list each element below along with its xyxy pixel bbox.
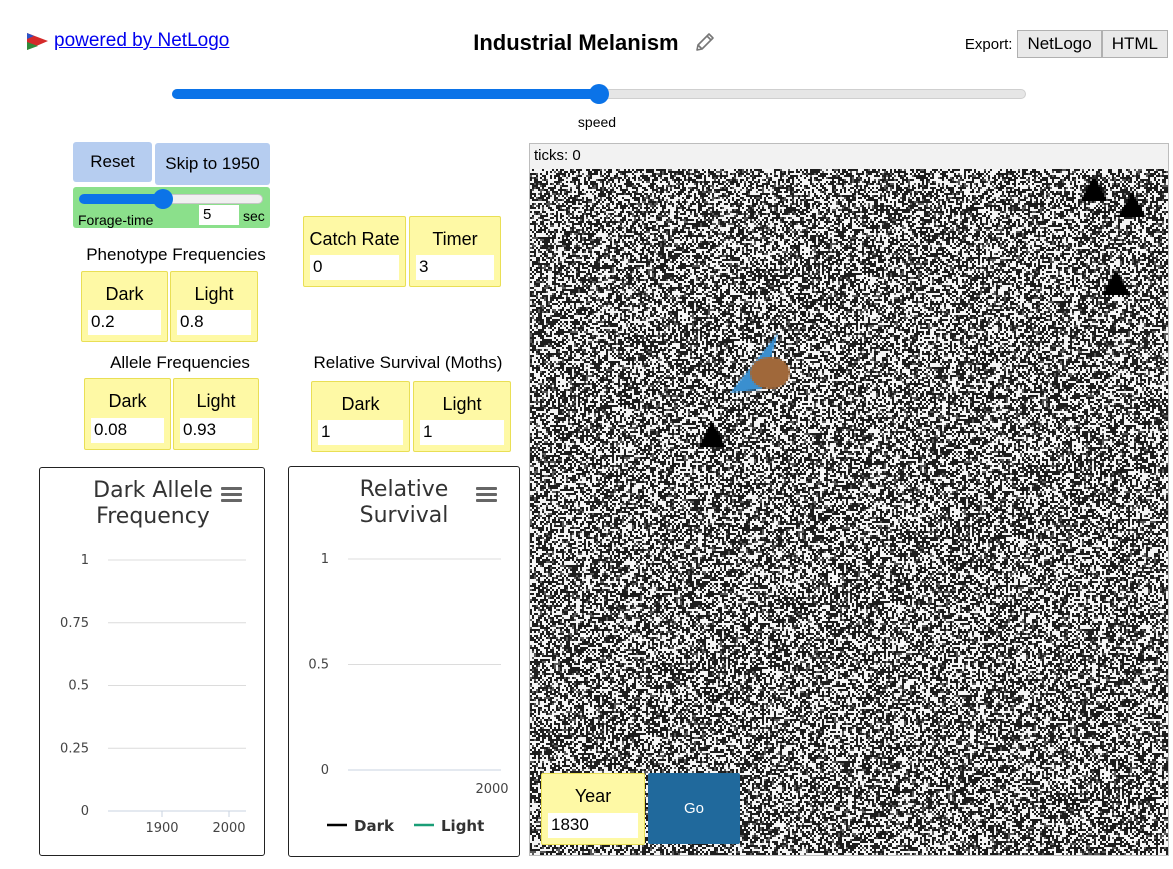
monitor-value: 1 bbox=[420, 420, 504, 445]
powered-by-netlogo-link[interactable]: powered by NetLogo bbox=[26, 30, 229, 52]
monitor-label: Dark bbox=[108, 391, 147, 411]
monitor-value: 3 bbox=[416, 255, 494, 280]
netlogo-logo-icon bbox=[27, 33, 48, 50]
speed-slider-fill bbox=[172, 89, 600, 99]
monitor-value: 0.2 bbox=[88, 310, 161, 335]
monitor-label: Year bbox=[574, 786, 612, 806]
survival-light-monitor: Light 1 bbox=[413, 381, 511, 452]
plot-area: 0 0.5 1 2000 Dark Light bbox=[308, 552, 508, 835]
skip-to-1950-button[interactable]: Skip to 1950 bbox=[155, 143, 270, 185]
export-label: Export: bbox=[964, 35, 1013, 53]
y-tick-label: 0 bbox=[81, 804, 89, 819]
monitor-label: Light bbox=[196, 391, 236, 411]
monitor-value: 1 bbox=[318, 420, 403, 445]
monitor-label: Catch Rate bbox=[309, 229, 400, 249]
page-title: Industrial Melanism bbox=[420, 30, 770, 56]
export-html-button[interactable]: HTML bbox=[1101, 30, 1168, 58]
monitor-value: 0.08 bbox=[91, 418, 164, 443]
forage-time-unit: sec bbox=[243, 208, 265, 224]
legend-label: Dark bbox=[354, 817, 395, 835]
y-tick-label: 0.25 bbox=[60, 741, 89, 756]
y-tick-label: 0.5 bbox=[68, 679, 89, 694]
ticks-counter: ticks: 0 bbox=[534, 147, 581, 164]
y-tick-label: 0.75 bbox=[60, 616, 89, 631]
relative-survival-title: Relative Survival (Moths) bbox=[313, 353, 503, 372]
go-button[interactable]: Go bbox=[648, 773, 740, 844]
allele-light-monitor: Light 0.93 bbox=[173, 378, 259, 450]
speed-slider-thumb[interactable] bbox=[589, 84, 609, 104]
monitor-value: 0 bbox=[310, 255, 399, 280]
y-tick-label: 1 bbox=[321, 552, 329, 567]
forage-time-label: Forage-time bbox=[78, 212, 154, 228]
monitor-value: 0.93 bbox=[180, 418, 252, 443]
phenotype-dark-monitor: Dark 0.2 bbox=[81, 271, 168, 342]
legend-label: Light bbox=[441, 817, 484, 835]
phenotype-frequencies-title: Phenotype Frequencies bbox=[86, 245, 266, 264]
dark-allele-frequency-plot: Dark Allele Frequency 0 0.25 0.5 0.75 1 1900 2… bbox=[39, 467, 265, 856]
timer-monitor: Timer 3 bbox=[409, 216, 501, 287]
y-tick-label: 0.5 bbox=[308, 658, 329, 673]
phenotype-light-monitor: Light 0.8 bbox=[170, 271, 258, 342]
monitor-label: Dark bbox=[105, 284, 144, 304]
x-tick-label: 1900 bbox=[145, 821, 178, 836]
allele-dark-monitor: Dark 0.08 bbox=[84, 378, 171, 450]
speed-label: speed bbox=[577, 114, 617, 130]
monitor-value: 0.8 bbox=[177, 310, 251, 335]
monitor-label: Light bbox=[194, 284, 234, 304]
x-tick-label: 2000 bbox=[475, 782, 508, 797]
survival-dark-monitor: Dark 1 bbox=[311, 381, 410, 452]
forage-time-slider[interactable]: Forage-time 5 sec bbox=[73, 187, 270, 228]
export-netlogo-button[interactable]: NetLogo bbox=[1017, 30, 1102, 58]
export-bar: Export: NetLogo HTML bbox=[965, 30, 1168, 58]
y-tick-label: 1 bbox=[81, 553, 89, 568]
allele-frequencies-title: Allele Frequencies bbox=[110, 353, 250, 372]
reset-button[interactable]: Reset bbox=[73, 142, 152, 182]
monitor-value: 1830 bbox=[548, 813, 638, 838]
relative-survival-plot: Relative Survival 0 0.5 1 2000 Dark Light bbox=[288, 466, 520, 857]
y-tick-label: 0 bbox=[321, 763, 329, 778]
world-canvas[interactable] bbox=[530, 169, 1168, 855]
forage-time-value[interactable]: 5 bbox=[199, 205, 239, 225]
x-tick-label: 2000 bbox=[212, 821, 245, 836]
model-title: Industrial Melanism bbox=[473, 30, 679, 55]
edit-pencil-icon[interactable] bbox=[693, 30, 717, 54]
catch-rate-monitor: Catch Rate 0 bbox=[303, 216, 406, 287]
monitor-label: Light bbox=[442, 394, 482, 414]
year-monitor: Year 1830 bbox=[541, 773, 645, 845]
powered-by-label: powered by NetLogo bbox=[54, 30, 230, 51]
monitor-label: Timer bbox=[432, 229, 478, 249]
forage-slider-thumb[interactable] bbox=[153, 189, 173, 209]
monitor-label: Dark bbox=[341, 394, 380, 414]
plot-area: 0 0.25 0.5 0.75 1 1900 2000 bbox=[60, 553, 246, 836]
